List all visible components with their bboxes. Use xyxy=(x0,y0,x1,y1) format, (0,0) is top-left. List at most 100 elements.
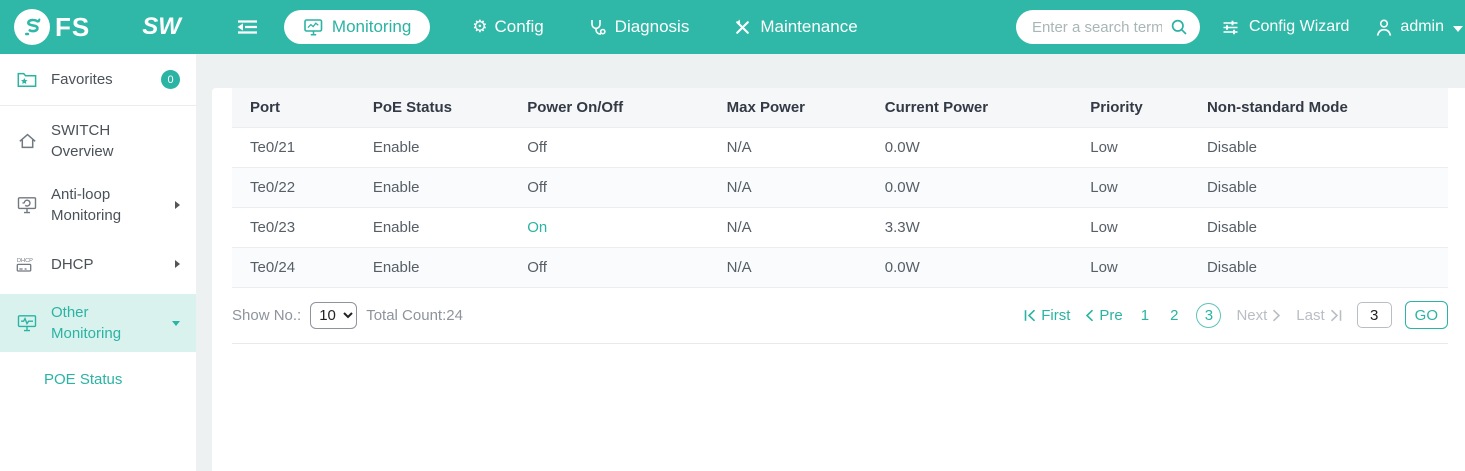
user-icon xyxy=(1373,18,1395,37)
sidebar-item-label: Other Monitoring xyxy=(51,304,122,342)
show-no-label: Show No.: xyxy=(232,306,302,324)
table-header-row: Port PoE Status Power On/Off Max Power Curre… xyxy=(232,88,1448,128)
stethoscope-icon xyxy=(586,18,608,36)
username: admin xyxy=(1400,18,1444,35)
table-cell: Te0/21 xyxy=(232,127,355,168)
column-header: Max Power xyxy=(708,88,867,128)
favorites-folder-icon xyxy=(16,71,38,88)
sidebar: Favorites 0 SWITCH Overview Anti-loop Mo… xyxy=(0,54,196,471)
page-size-select[interactable]: 10 xyxy=(310,301,358,329)
table-cell: Disable xyxy=(1188,207,1448,248)
pagination-first-label: First xyxy=(1041,306,1071,324)
table-row: Te0/23 Enable On N/A 3.3W Low Disable xyxy=(232,207,1448,248)
monitor-loop-icon xyxy=(16,196,38,214)
table-cell: 0.0W xyxy=(866,127,1073,168)
sidebar-item-other-monitoring[interactable]: Other Monitoring xyxy=(0,294,196,352)
table-cell: Off xyxy=(509,127,709,168)
table-cell: Low xyxy=(1072,127,1189,168)
pagination-last-label: Last xyxy=(1296,306,1325,324)
table-cell: Enable xyxy=(354,167,510,208)
table-cell: Te0/23 xyxy=(232,207,355,248)
main-navigation: Monitoring ⚙ Config Diagnosis Maintenanc… xyxy=(283,10,858,44)
table-footer: Show No.: 10 Total Count:24 First Pre 1 … xyxy=(232,287,1448,344)
table-cell: N/A xyxy=(708,247,867,287)
sidebar-item-label: Anti-loop Monitoring xyxy=(51,186,122,224)
fs-logo[interactable]: FS xyxy=(14,9,90,45)
pagination-first[interactable]: First xyxy=(1024,307,1070,324)
table-cell: Enable xyxy=(354,247,510,287)
column-header: Port xyxy=(232,88,355,128)
table-row: Te0/24 Enable Off N/A 0.0W Low Disable xyxy=(232,247,1448,287)
config-wizard-button[interactable]: Config Wizard xyxy=(1220,18,1349,36)
table-cell: Te0/22 xyxy=(232,167,355,208)
tab-diagnosis[interactable]: Diagnosis xyxy=(586,17,690,37)
favorites-label: Favorites xyxy=(51,71,113,88)
sidebar-item-label: DHCP xyxy=(51,255,94,273)
dhcp-icon: DHCP xyxy=(16,256,38,273)
device-name: SW xyxy=(142,13,181,40)
table-cell: Enable xyxy=(354,127,510,168)
main-content: Port PoE Status Power On/Off Max Power Curre… xyxy=(196,54,1465,471)
fs-logo-icon xyxy=(14,9,50,45)
table-cell: Enable xyxy=(354,207,510,248)
table-cell: Low xyxy=(1072,167,1189,208)
column-header: Power On/Off xyxy=(509,88,709,128)
table-cell: Disable xyxy=(1188,127,1448,168)
poe-status-table: Port PoE Status Power On/Off Max Power Curre… xyxy=(232,88,1448,287)
user-menu[interactable]: admin xyxy=(1373,18,1463,37)
monitor-chart-icon xyxy=(303,18,325,36)
table-cell: 3.3W xyxy=(866,207,1073,248)
home-icon xyxy=(16,132,38,150)
pagination-next-label: Next xyxy=(1236,306,1268,324)
table-cell: 0.0W xyxy=(866,167,1073,208)
go-button[interactable]: GO xyxy=(1404,301,1448,329)
chevron-right-icon xyxy=(175,201,180,209)
sidebar-item-dhcp[interactable]: DHCP DHCP xyxy=(0,240,196,288)
pagination-last[interactable]: Last xyxy=(1296,307,1341,324)
column-header: Current Power xyxy=(866,88,1073,128)
sidebar-item-label: SWITCH Overview xyxy=(51,122,114,160)
pagination-prev-label: Pre xyxy=(1099,306,1123,324)
tab-maintenance[interactable]: Maintenance xyxy=(731,17,858,37)
page-number-input[interactable] xyxy=(1356,302,1392,328)
favorites-count-badge: 0 xyxy=(161,70,180,89)
sidebar-subitem-poe-status[interactable]: POE Status xyxy=(0,356,196,402)
pagination-page-2[interactable]: 2 xyxy=(1167,307,1181,324)
sidebar-item-favorites[interactable]: Favorites 0 xyxy=(0,54,196,106)
sidebar-collapse-icon[interactable] xyxy=(235,17,260,37)
table-row: Te0/22 Enable Off N/A 0.0W Low Disable xyxy=(232,167,1448,208)
table-row: Te0/21 Enable Off N/A 0.0W Low Disable xyxy=(232,127,1448,168)
column-header: PoE Status xyxy=(354,88,510,128)
search-box xyxy=(1015,10,1200,44)
table-cell: Low xyxy=(1072,247,1189,287)
config-wizard-label: Config Wizard xyxy=(1248,18,1350,35)
table-cell: N/A xyxy=(708,207,867,248)
sliders-icon xyxy=(1220,19,1242,36)
topbar: FS SW Monitoring ⚙ Config Diagnosis Main… xyxy=(0,0,1465,54)
search-input[interactable] xyxy=(1031,18,1162,36)
sidebar-item-switch-overview[interactable]: SWITCH Overview xyxy=(0,112,196,170)
table-body: Te0/21 Enable Off N/A 0.0W Low Disable Te0/22 En… xyxy=(232,127,1448,287)
sidebar-item-anti-loop-monitoring[interactable]: Anti-loop Monitoring xyxy=(0,176,196,234)
pagination-next[interactable]: Next xyxy=(1236,307,1281,324)
tab-config-label: Config xyxy=(494,17,544,36)
pagination-page-1[interactable]: 1 xyxy=(1138,307,1152,324)
table-cell: 0.0W xyxy=(866,247,1073,287)
pagination: First Pre 1 2 3 Next Last 3 GO xyxy=(1024,301,1448,329)
poe-status-panel: Port PoE Status Power On/Off Max Power Curre… xyxy=(212,88,1465,471)
table-cell: Off xyxy=(509,247,709,287)
brand-name: FS xyxy=(55,11,91,42)
table-cell: Disable xyxy=(1188,247,1448,287)
tab-diagnosis-label: Diagnosis xyxy=(614,17,690,36)
chevron-down-icon xyxy=(1453,25,1463,32)
gear-icon: ⚙ xyxy=(472,16,488,37)
tab-maintenance-label: Maintenance xyxy=(760,17,858,36)
search-icon[interactable] xyxy=(1170,18,1188,36)
tab-monitoring[interactable]: Monitoring xyxy=(283,10,431,44)
pagination-prev[interactable]: Pre xyxy=(1085,306,1123,324)
chevron-right-icon xyxy=(175,260,180,268)
table-cell[interactable]: On xyxy=(509,207,709,248)
pagination-page-current[interactable]: 3 xyxy=(1196,302,1222,328)
tab-config[interactable]: ⚙ Config xyxy=(472,17,543,37)
table-cell: Low xyxy=(1072,207,1189,248)
